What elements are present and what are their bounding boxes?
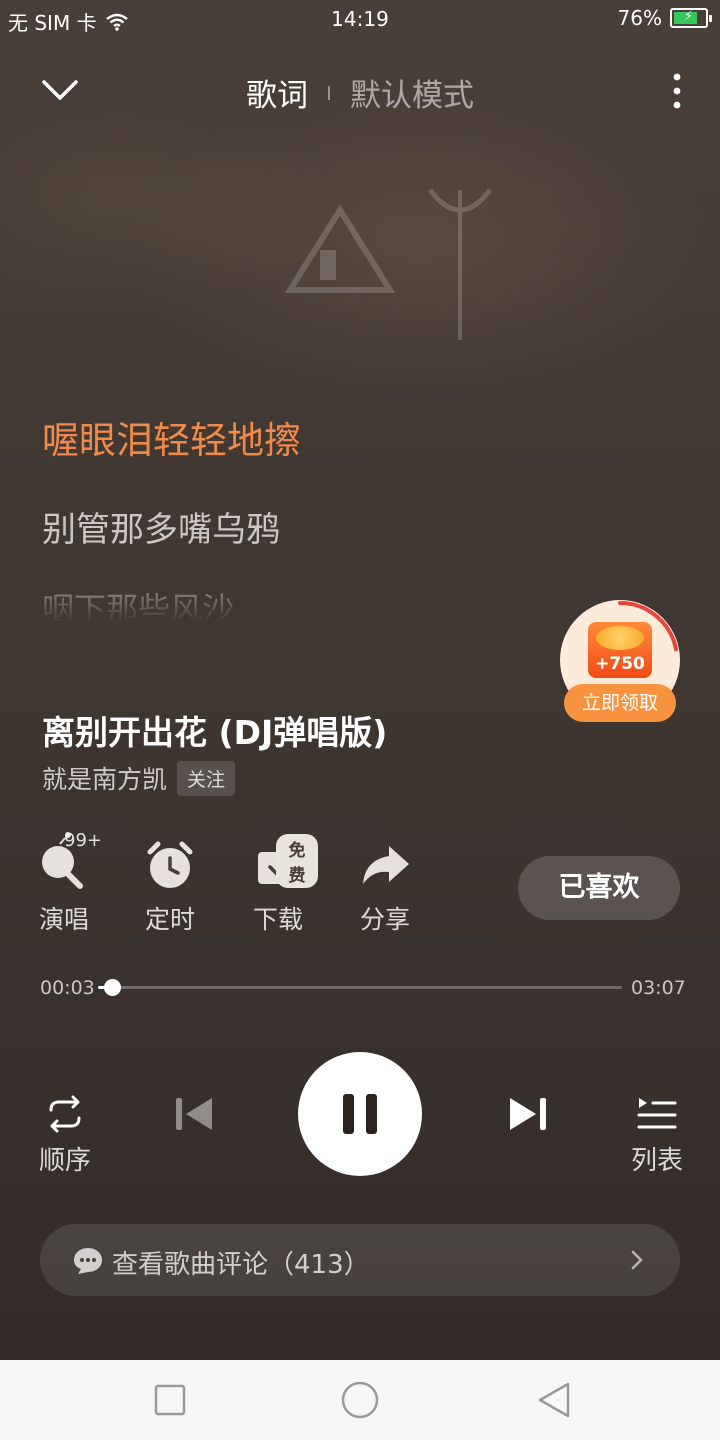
battery-icon: ⚡ <box>670 8 712 28</box>
system-navigation-bar <box>0 1360 720 1440</box>
sing-action[interactable]: 99+ 演唱 <box>24 830 104 936</box>
recent-apps-icon[interactable] <box>154 1380 186 1420</box>
playlist-label: 列表 <box>630 1146 683 1176</box>
share-icon-wrap <box>345 830 425 894</box>
pause-icon-left-bar <box>343 1094 354 1134</box>
timer-action[interactable]: 定时 <box>130 830 210 936</box>
previous-track-icon[interactable] <box>170 1092 218 1136</box>
tab-lyrics[interactable]: 歌词 <box>246 70 308 115</box>
status-right: 76% ⚡ <box>617 6 712 30</box>
comments-label: 查看歌曲评论（413） <box>112 1250 370 1280</box>
view-tabs: 歌词 默认模式 <box>246 70 474 115</box>
pause-icon-right-bar <box>366 1094 377 1134</box>
play-pause-button[interactable] <box>298 1052 422 1176</box>
chevron-right-icon <box>631 1250 643 1270</box>
free-badge: 免费 <box>276 834 318 888</box>
progress-track[interactable] <box>98 979 622 996</box>
song-title: 离别开出花 (DJ弹唱版) <box>42 713 388 752</box>
playlist-icon <box>637 1098 677 1129</box>
lyric-line-next[interactable]: 别管那多嘴乌鸦 <box>42 502 280 551</box>
sing-label: 演唱 <box>38 905 89 934</box>
player-header: 歌词 默认模式 <box>0 56 720 126</box>
share-label: 分享 <box>359 905 410 934</box>
sing-icon-wrap: 99+ <box>24 830 104 894</box>
battery-fill: ⚡ <box>674 9 697 24</box>
lyric-line-current[interactable]: 喔眼泪轻轻地擦 <box>42 410 301 464</box>
repeat-order-icon <box>49 1095 81 1133</box>
download-action[interactable]: 免费 下载 <box>238 830 318 936</box>
tab-divider <box>328 85 330 100</box>
blurred-album-art <box>284 188 492 340</box>
claim-reward-button[interactable]: 立即领取 <box>564 684 676 722</box>
more-options-icon[interactable] <box>664 72 690 110</box>
download-label: 下载 <box>252 905 303 934</box>
status-time: 14:19 <box>331 7 389 31</box>
follow-button[interactable]: 关注 <box>177 760 236 796</box>
coin-envelope-icon: +750 <box>588 622 652 678</box>
home-icon[interactable] <box>340 1380 380 1420</box>
play-mode-button[interactable]: 顺序 <box>30 1094 100 1177</box>
reward-widget[interactable]: +750 立即领取 <box>560 600 680 722</box>
artist-name[interactable]: 就是南方凯 <box>42 760 167 796</box>
status-bar: 无 SIM 卡 14:19 76% ⚡ <box>0 0 720 38</box>
alarm-clock-icon <box>147 841 193 888</box>
coin-icon <box>596 626 644 650</box>
next-track-icon[interactable] <box>504 1092 552 1136</box>
lyric-line-following[interactable]: 咽下那些风沙 <box>42 584 234 622</box>
sing-count-badge: 99+ <box>64 830 102 851</box>
playlist-button[interactable]: 列表 <box>622 1094 692 1177</box>
timer-label: 定时 <box>144 905 195 934</box>
play-mode-label: 顺序 <box>38 1146 91 1176</box>
collapse-chevron-icon[interactable] <box>38 72 82 108</box>
comment-bubble-icon <box>74 1248 102 1274</box>
artist-row: 就是南方凯 关注 <box>42 760 236 796</box>
download-icon-wrap: 免费 <box>238 830 318 894</box>
share-action[interactable]: 分享 <box>345 830 425 936</box>
battery-percent: 76% <box>617 6 662 30</box>
timer-icon-wrap <box>130 830 210 894</box>
tab-default-mode[interactable]: 默认模式 <box>350 70 474 115</box>
liked-button[interactable]: 已喜欢 <box>518 856 680 920</box>
reward-amount: +750 <box>595 654 645 674</box>
back-icon[interactable] <box>536 1380 572 1420</box>
progress-knob[interactable] <box>104 979 122 996</box>
charging-bolt-icon: ⚡ <box>684 9 694 24</box>
share-arrow-icon <box>363 846 409 884</box>
elapsed-time: 00:03 <box>40 977 95 999</box>
total-time: 03:07 <box>631 977 686 999</box>
view-comments-bar[interactable]: 查看歌曲评论（413） <box>40 1224 680 1296</box>
